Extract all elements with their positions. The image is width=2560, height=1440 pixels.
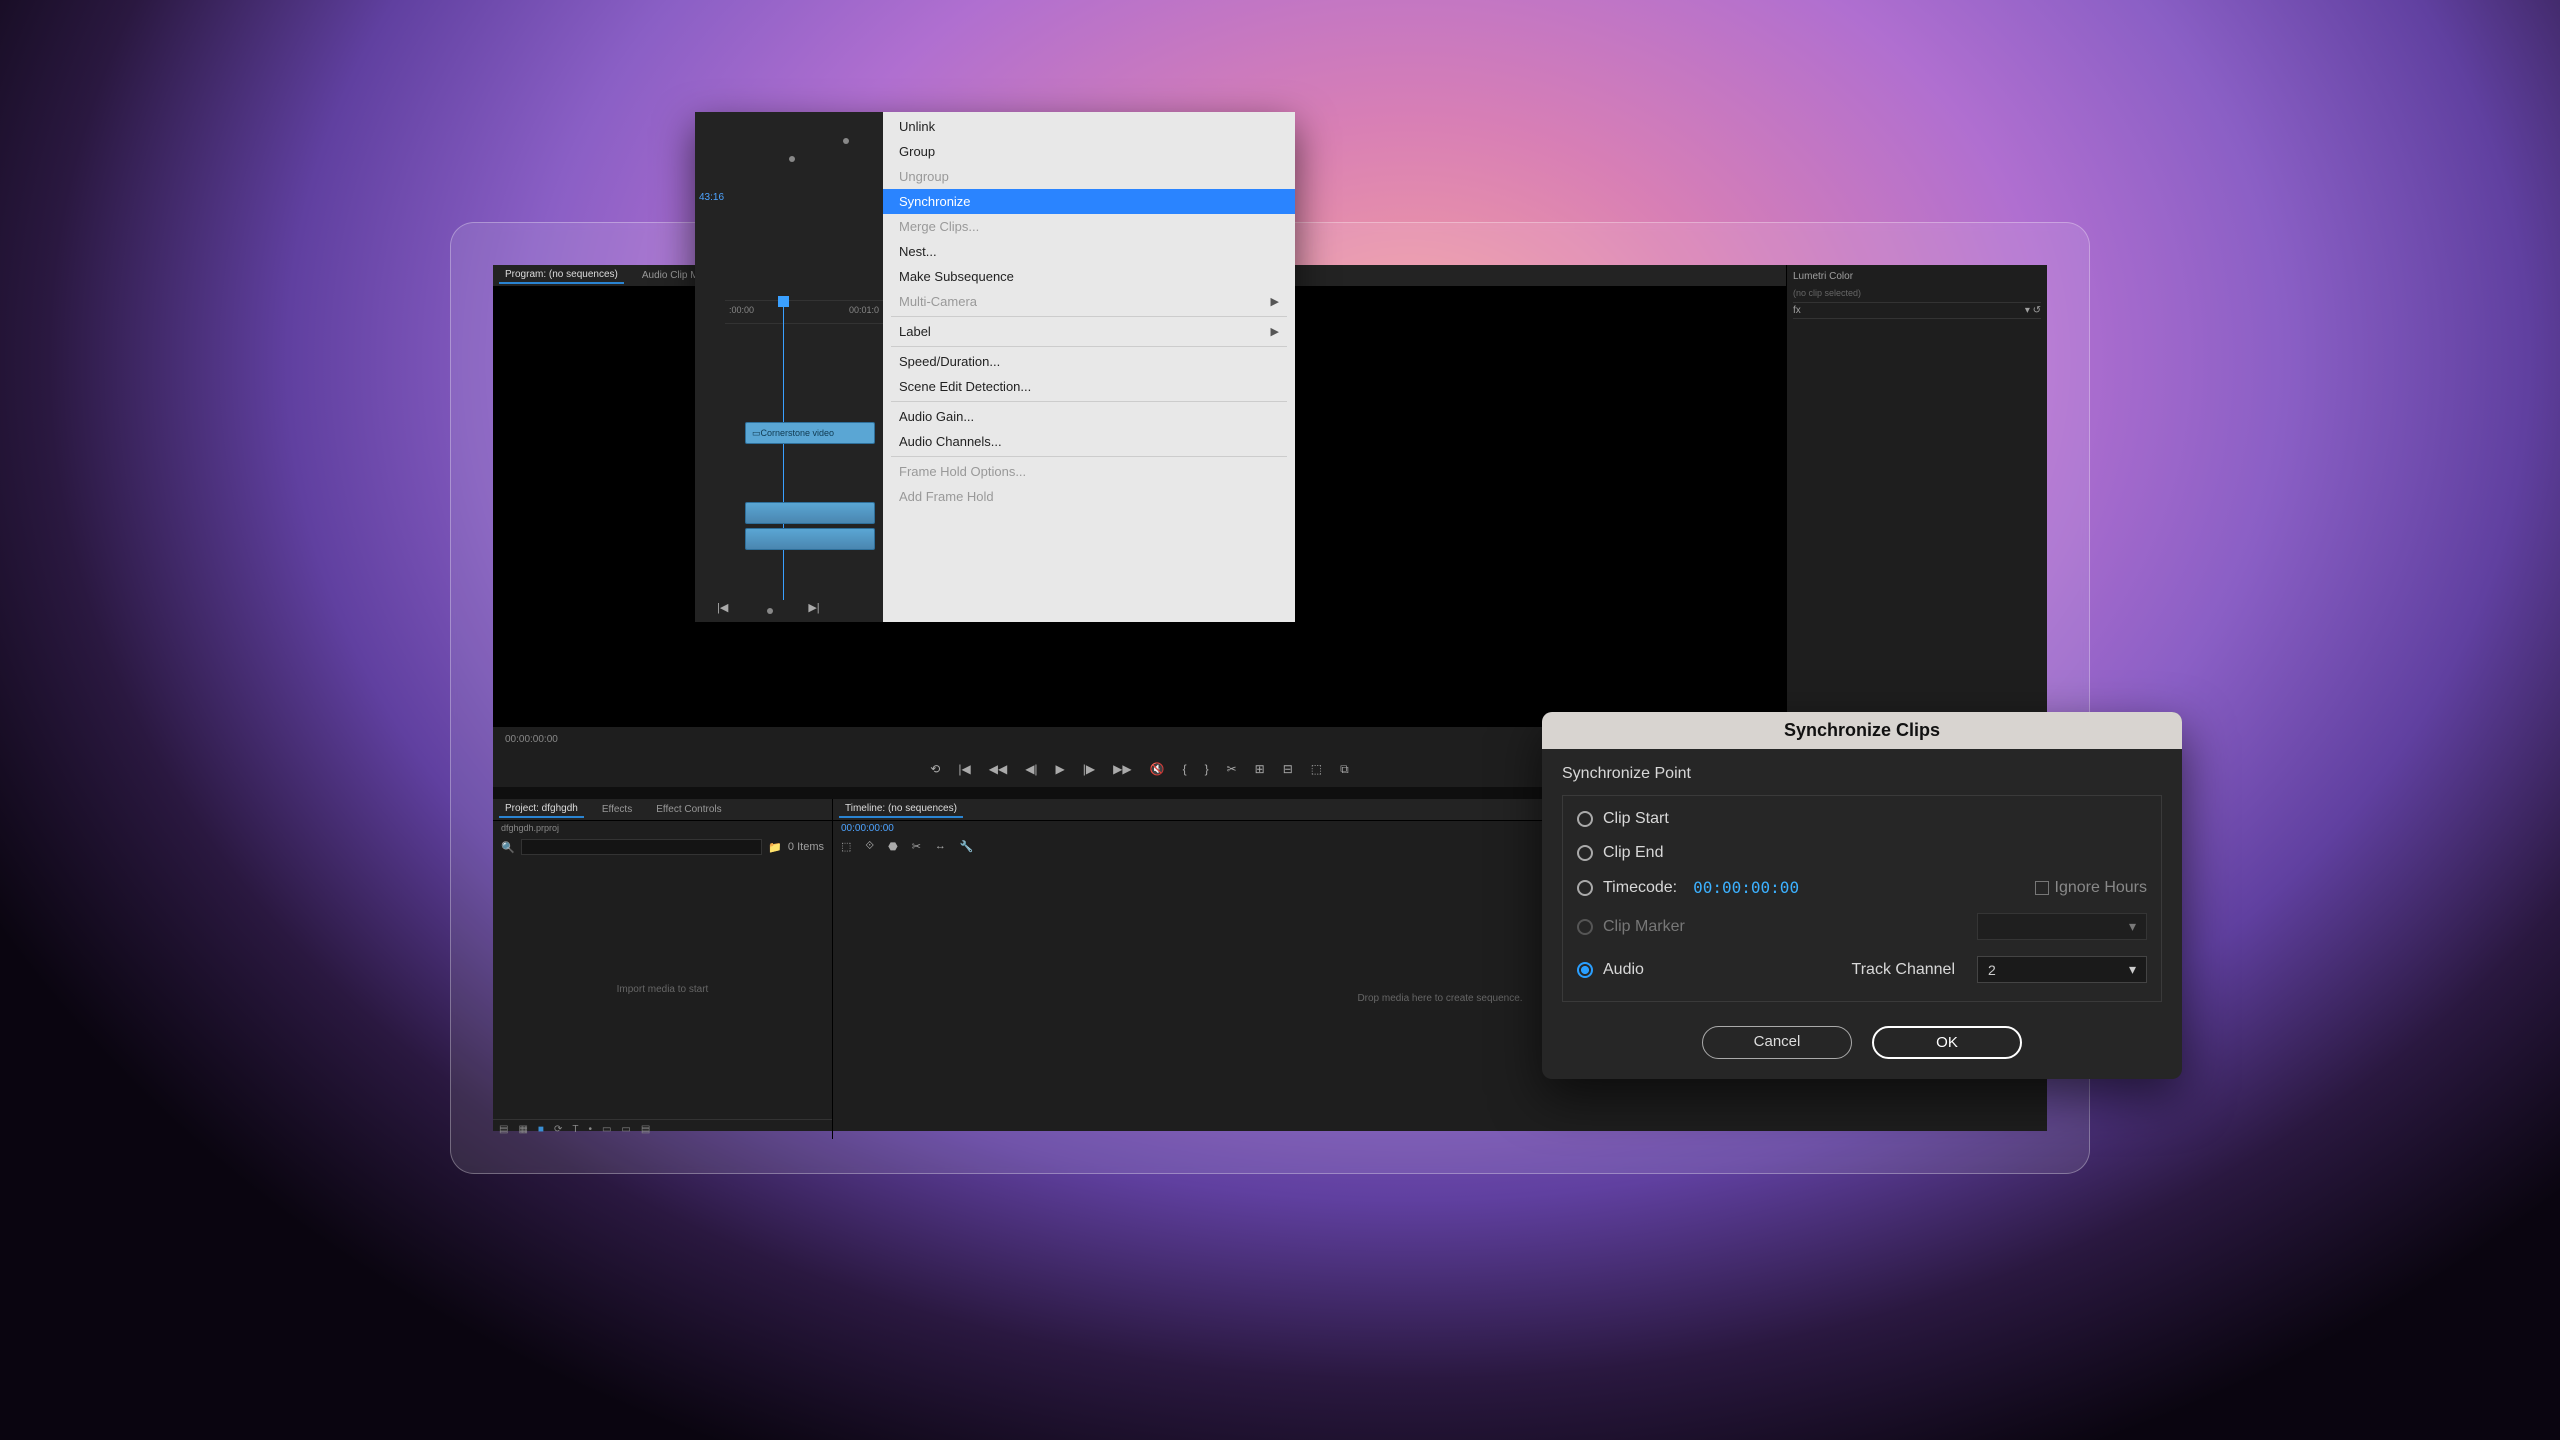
step-fwd-icon[interactable]: ▶| xyxy=(808,601,819,614)
menu-item-speed-duration-[interactable]: Speed/Duration... xyxy=(883,349,1295,374)
transport-btn[interactable]: ⧉ xyxy=(1340,762,1349,777)
transport-btn[interactable]: ▶▶ xyxy=(1113,762,1131,776)
playhead-timecode: 43:16 xyxy=(699,192,724,203)
foot-icon[interactable]: ⟳ xyxy=(554,1124,562,1135)
radio-audio[interactable]: Audio Track Channel 2▾ xyxy=(1567,948,2157,991)
transport-btn[interactable]: |▶ xyxy=(1083,762,1095,776)
transport-btn[interactable]: { xyxy=(1183,762,1187,776)
time-ruler[interactable]: :00:00 00:01:0 xyxy=(725,300,883,324)
tl-tool[interactable]: ⬣ xyxy=(888,840,898,853)
audio-clip[interactable] xyxy=(745,502,875,524)
tl-tool[interactable]: 🔧 xyxy=(960,840,974,853)
menu-item-unlink[interactable]: Unlink xyxy=(883,114,1295,139)
menu-item-add-frame-hold: Add Frame Hold xyxy=(883,484,1295,509)
foot-icon[interactable]: ▦ xyxy=(518,1124,527,1135)
marker-dot xyxy=(843,138,849,144)
transport-btn[interactable]: ⬚ xyxy=(1311,762,1322,776)
dialog-title: Synchronize Clips xyxy=(1542,712,2182,749)
synchronize-point-label: Synchronize Point xyxy=(1562,765,2162,783)
marker-dot xyxy=(767,608,773,614)
tl-tool[interactable]: ✂ xyxy=(912,840,921,853)
clip-marker-select: ▾ xyxy=(1977,913,2147,940)
transport-btn[interactable]: ◀◀ xyxy=(989,762,1007,776)
marker-dot xyxy=(789,156,795,162)
cancel-button[interactable]: Cancel xyxy=(1702,1026,1852,1059)
tab-program[interactable]: Program: (no sequences) xyxy=(499,267,624,284)
program-timecode: 00:00:00:00 xyxy=(505,734,558,745)
lumetri-noclip: (no clip selected) xyxy=(1793,284,2041,302)
foot-icon[interactable]: ▭ xyxy=(602,1124,611,1135)
menu-item-label[interactable]: Label▶ xyxy=(883,319,1295,344)
synchronize-clips-dialog: Synchronize Clips Synchronize Point Clip… xyxy=(1542,712,2182,1079)
track-channel-label: Track Channel xyxy=(1852,961,1955,979)
tl-tool[interactable]: ⬚ xyxy=(841,840,851,853)
menu-item-merge-clips-: Merge Clips... xyxy=(883,214,1295,239)
timeline-closeup-with-menu: 43:16 :00:00 00:01:0 ▭ Cornerstone video… xyxy=(695,112,1295,622)
timeline-strip: 43:16 :00:00 00:01:0 ▭ Cornerstone video… xyxy=(695,112,883,622)
ok-button[interactable]: OK xyxy=(1872,1026,2022,1059)
track-channel-select[interactable]: 2▾ xyxy=(1977,956,2147,983)
foot-icon[interactable]: ▤ xyxy=(641,1124,650,1135)
transport-btn[interactable]: ⟲ xyxy=(930,762,940,776)
foot-icon[interactable]: • xyxy=(588,1124,592,1135)
transport-btn[interactable]: } xyxy=(1205,762,1209,776)
menu-item-audio-channels-[interactable]: Audio Channels... xyxy=(883,429,1295,454)
context-menu: UnlinkGroupUngroupSynchronizeMerge Clips… xyxy=(883,112,1295,622)
menu-item-synchronize[interactable]: Synchronize xyxy=(883,189,1295,214)
lumetri-panel: Lumetri Color (no clip selected) fx▾ ↺ xyxy=(1787,265,2047,787)
folder-icon[interactable]: 📁 xyxy=(768,841,782,854)
tl-tool[interactable]: ⟐ xyxy=(865,840,874,853)
menu-item-make-subsequence[interactable]: Make Subsequence xyxy=(883,264,1295,289)
menu-item-multi-camera: Multi-Camera▶ xyxy=(883,289,1295,314)
menu-item-scene-edit-detection-[interactable]: Scene Edit Detection... xyxy=(883,374,1295,399)
transport-btn[interactable]: |◀ xyxy=(958,762,970,776)
menu-item-frame-hold-options-: Frame Hold Options... xyxy=(883,459,1295,484)
audio-clip[interactable] xyxy=(745,528,875,550)
ruler-tick: 00:01:0 xyxy=(849,305,879,323)
foot-icon[interactable]: ▤ xyxy=(499,1124,508,1135)
timecode-value[interactable]: 00:00:00:00 xyxy=(1693,878,1799,897)
radio-timecode[interactable]: Timecode: 00:00:00:00 Ignore Hours xyxy=(1567,870,2157,905)
project-filename: dfghgdh.prproj xyxy=(493,821,832,835)
lumetri-title: Lumetri Color xyxy=(1793,271,1853,282)
foot-icon[interactable]: ■ xyxy=(538,1124,544,1135)
tl-tool[interactable]: ↔ xyxy=(935,840,946,853)
lumetri-fx: fx xyxy=(1793,305,1801,316)
playhead[interactable] xyxy=(783,300,784,600)
transport-btn[interactable]: ◀| xyxy=(1025,762,1037,776)
transport-btn[interactable]: ⊟ xyxy=(1283,762,1293,776)
ignore-hours-checkbox[interactable] xyxy=(2035,881,2049,895)
radio-clip-marker: Clip Marker ▾ xyxy=(1567,905,2157,948)
transport-btn[interactable]: ✂ xyxy=(1227,762,1237,776)
radio-clip-end[interactable]: Clip End xyxy=(1567,836,2157,870)
project-search-input[interactable] xyxy=(521,839,763,855)
tab-timeline[interactable]: Timeline: (no sequences) xyxy=(839,801,963,818)
foot-icon[interactable]: T xyxy=(572,1124,578,1135)
menu-item-audio-gain-[interactable]: Audio Gain... xyxy=(883,404,1295,429)
tab-effects[interactable]: Effects xyxy=(596,802,638,817)
search-icon: 🔍 xyxy=(501,841,515,854)
transport-btn[interactable]: ▶ xyxy=(1056,762,1065,776)
video-clip[interactable]: ▭ Cornerstone video xyxy=(745,422,875,444)
menu-item-ungroup: Ungroup xyxy=(883,164,1295,189)
ruler-tick: :00:00 xyxy=(729,305,754,323)
transport-btn[interactable]: 🔇 xyxy=(1150,762,1165,776)
tab-effect-controls[interactable]: Effect Controls xyxy=(650,802,727,817)
items-count: 0 Items xyxy=(788,841,824,853)
project-panel: Project: dfghgdh Effects Effect Controls… xyxy=(493,799,833,1139)
menu-item-group[interactable]: Group xyxy=(883,139,1295,164)
radio-clip-start[interactable]: Clip Start xyxy=(1567,802,2157,836)
transport-btn[interactable]: ⊞ xyxy=(1255,762,1265,776)
tab-project[interactable]: Project: dfghgdh xyxy=(499,801,584,818)
step-back-icon[interactable]: |◀ xyxy=(717,601,728,614)
foot-icon[interactable]: ▭ xyxy=(621,1124,630,1135)
menu-item-nest-[interactable]: Nest... xyxy=(883,239,1295,264)
project-empty: Import media to start xyxy=(493,859,832,1119)
